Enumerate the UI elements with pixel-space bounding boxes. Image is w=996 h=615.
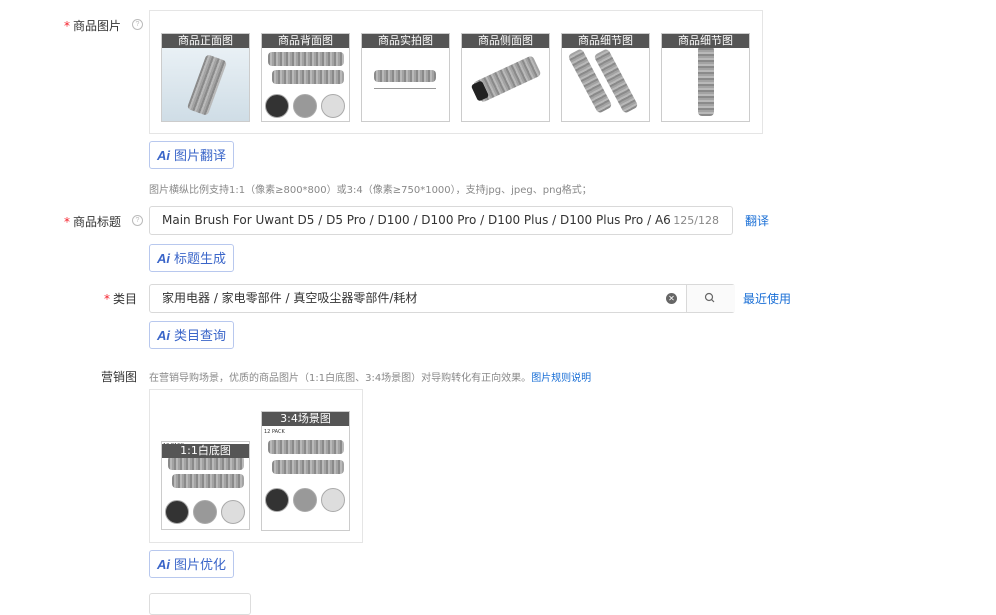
title-label: * 商品标题	[64, 215, 122, 229]
recent-used-link[interactable]: 最近使用	[743, 290, 791, 307]
image-optimize-button[interactable]: Ai 图片优化	[149, 550, 235, 578]
thumbnail-side[interactable]: 商品侧面图	[461, 33, 550, 122]
marketing-hint: 在营销导购场景，优质的商品图片（1:1白底图、3:4场景图）对导购转化有正向效果…	[149, 373, 592, 384]
thumbnail-caption: 商品实拍图	[362, 34, 449, 48]
translate-link[interactable]: 翻译	[745, 212, 769, 229]
roller-dimension-image	[374, 70, 436, 82]
category-input[interactable]: 家用电器 / 家电零部件 / 真空吸尘器零部件/耗材 ✕	[149, 284, 735, 313]
title-counter: 125/128	[673, 214, 719, 227]
marketing-thumb-square[interactable]: 12 PACK 1:1白底图	[161, 441, 250, 530]
ai-icon: Ai	[157, 148, 170, 163]
thumbnail-caption: 1:1白底图	[162, 444, 249, 458]
images-hint: 图片横纵比例支持1:1（像素≥800*800）或3:4（像素≥750*1000）…	[149, 185, 592, 196]
two-rollers-with-details-image	[268, 52, 344, 66]
category-label: * 类目	[104, 292, 138, 306]
rollers-image	[168, 456, 244, 470]
search-icon	[704, 292, 715, 303]
thumbnail-front[interactable]: 商品正面图	[161, 33, 250, 122]
next-field-box[interactable]	[149, 593, 251, 615]
category-input-value: 家用电器 / 家电零部件 / 真空吸尘器零部件/耗材	[162, 291, 418, 305]
marketing-thumb-portrait[interactable]: 12 PACK 3:4场景图	[261, 411, 350, 531]
product-images-panel: 商品正面图 商品背面图 商品实拍图 商品侧面图 商品细节图 商品细节图	[149, 10, 763, 134]
thumbnail-detail-2[interactable]: 商品细节图	[661, 33, 750, 122]
thumbnail-back[interactable]: 商品背面图	[261, 33, 350, 122]
rollers-image	[268, 440, 344, 454]
pack-text: 12 PACK	[264, 429, 285, 435]
title-generate-button[interactable]: Ai 标题生成	[149, 244, 235, 272]
help-icon[interactable]: ?	[132, 215, 143, 226]
thumbnail-detail-1[interactable]: 商品细节图	[561, 33, 650, 122]
thumbnail-caption: 商品背面图	[262, 34, 349, 48]
ai-icon: Ai	[157, 251, 170, 266]
help-icon[interactable]: ?	[132, 19, 143, 30]
thumbnail-caption: 商品侧面图	[462, 34, 549, 48]
title-input-value: Main Brush For Uwant D5 / D5 Pro / D100 …	[162, 213, 670, 227]
roller-vertical-image	[698, 46, 714, 116]
clear-icon[interactable]: ✕	[666, 293, 677, 304]
thumbnail-caption: 3:4场景图	[262, 412, 349, 426]
thumbnail-real[interactable]: 商品实拍图	[361, 33, 450, 122]
image-rules-link[interactable]: 图片规则说明	[531, 373, 591, 384]
category-query-button[interactable]: Ai 类目查询	[149, 321, 235, 349]
images-label: * 商品图片	[64, 19, 122, 33]
ai-icon: Ai	[157, 328, 170, 343]
marketing-images-panel: 12 PACK 1:1白底图 12 PACK 3:4场景图	[149, 389, 363, 543]
marketing-label: 营销图	[101, 370, 138, 384]
image-translate-button[interactable]: Ai 图片翻译	[149, 141, 235, 169]
thumbnail-caption: 商品细节图	[662, 34, 749, 48]
title-input[interactable]: Main Brush For Uwant D5 / D5 Pro / D100 …	[149, 206, 733, 235]
ai-icon: Ai	[157, 557, 170, 572]
thumbnail-caption: 商品正面图	[162, 34, 249, 48]
search-button[interactable]	[686, 285, 735, 312]
thumbnail-caption: 商品细节图	[562, 34, 649, 48]
